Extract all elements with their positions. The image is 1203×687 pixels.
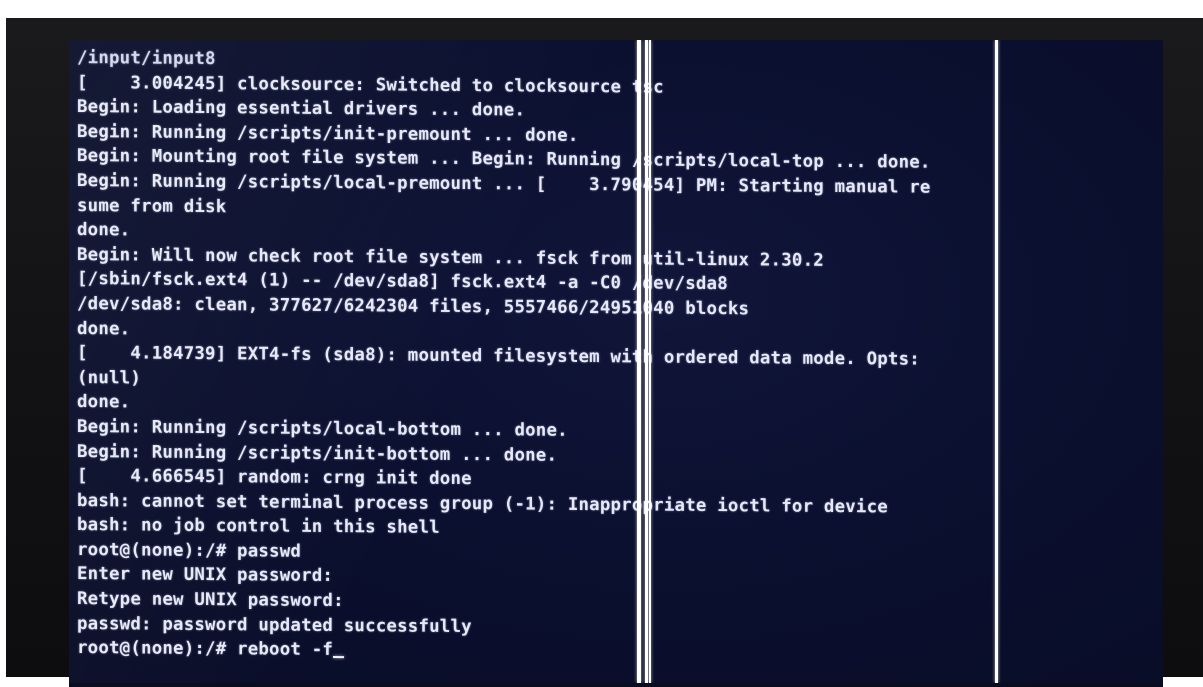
stuck-pixel-column — [995, 40, 998, 683]
prompt-command: root@(none):/# reboot -f — [77, 638, 334, 661]
photo-frame: /input/input8 [ 3.004245] clocksource: S… — [0, 0, 1203, 687]
stuck-pixel-column — [637, 40, 641, 683]
text-cursor — [333, 656, 345, 659]
monitor-bezel: /input/input8 [ 3.004245] clocksource: S… — [6, 18, 1203, 687]
console-screen[interactable]: /input/input8 [ 3.004245] clocksource: S… — [69, 40, 1163, 687]
stuck-pixel-column — [645, 40, 648, 683]
stuck-pixel-column — [649, 40, 651, 683]
